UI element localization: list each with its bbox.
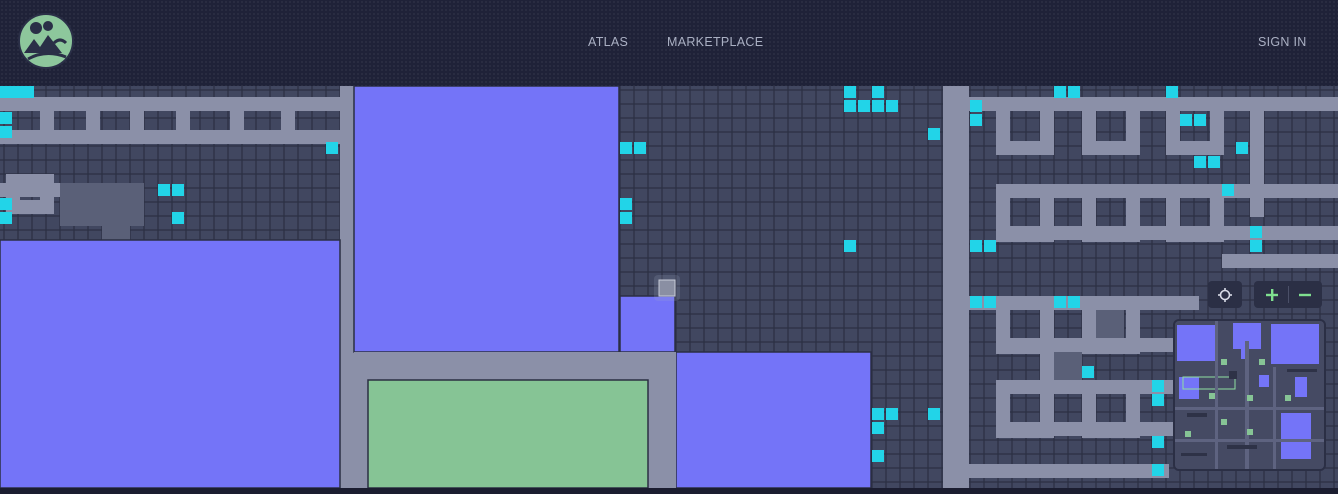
highlighted-parcel: [872, 450, 884, 462]
road: [176, 97, 190, 144]
nav-atlas-link[interactable]: ATLAS: [588, 35, 628, 49]
crosshair-icon[interactable]: [1209, 281, 1241, 308]
highlighted-parcel: [620, 142, 632, 154]
highlighted-parcel: [844, 240, 856, 252]
road: [1250, 97, 1264, 217]
highlighted-parcel: [620, 198, 632, 210]
road: [1082, 97, 1096, 155]
highlighted-parcel: [872, 86, 884, 98]
highlighted-parcel: [886, 100, 898, 112]
highlighted-parcel: [1152, 436, 1164, 448]
highlighted-parcel: [1166, 86, 1178, 98]
road: [1222, 254, 1338, 268]
highlighted-parcel: [1068, 86, 1080, 98]
highlighted-parcel: [620, 212, 632, 224]
highlighted-parcel: [984, 296, 996, 308]
estate-small: [619, 295, 676, 353]
road: [281, 97, 295, 144]
highlighted-parcel: [1152, 394, 1164, 406]
road: [969, 464, 1169, 478]
highlighted-parcel: [970, 296, 982, 308]
owned-parcel: [1096, 310, 1124, 338]
selected-parcel: [658, 279, 676, 297]
highlighted-parcel: [0, 112, 12, 124]
minimap[interactable]: [1173, 319, 1326, 471]
highlighted-parcel: [984, 240, 996, 252]
highlighted-parcel: [1054, 86, 1066, 98]
plus-icon[interactable]: [1256, 281, 1288, 308]
locate-control: [1208, 281, 1242, 308]
highlighted-parcel: [0, 198, 12, 210]
road: [1126, 97, 1140, 155]
road: [943, 86, 969, 488]
world-map-canvas[interactable]: [0, 86, 1338, 488]
highlighted-parcel: [1194, 114, 1206, 126]
highlighted-parcel: [844, 100, 856, 112]
bottom-strip: [0, 488, 1338, 494]
road: [86, 97, 100, 144]
highlighted-parcel: [1236, 142, 1248, 154]
sign-in-link[interactable]: SIGN IN: [1258, 35, 1307, 49]
highlighted-parcel: [1068, 296, 1080, 308]
highlighted-parcel: [172, 184, 184, 196]
owned-estate: [102, 216, 130, 240]
road: [230, 97, 244, 144]
highlighted-parcel: [10, 86, 22, 98]
plaza-green: [367, 379, 649, 488]
highlighted-parcel: [158, 184, 170, 196]
road: [354, 352, 676, 380]
highlighted-parcel: [1180, 114, 1192, 126]
road: [40, 97, 54, 144]
highlighted-parcel: [0, 126, 12, 138]
estate-large: [353, 86, 620, 353]
road: [354, 352, 368, 488]
top-navigation-bar: ATLAS MARKETPLACE SIGN IN: [0, 0, 1338, 86]
highlighted-parcel: [1194, 156, 1206, 168]
road: [40, 174, 54, 214]
highlighted-parcel: [1208, 156, 1220, 168]
road: [1250, 226, 1338, 240]
owned-parcel: [1054, 352, 1082, 380]
zoom-control: [1254, 281, 1322, 308]
road: [996, 97, 1010, 155]
highlighted-parcel: [886, 408, 898, 420]
highlighted-parcel: [22, 86, 34, 98]
highlighted-parcel: [872, 100, 884, 112]
highlighted-parcel: [1152, 380, 1164, 392]
highlighted-parcel: [1250, 240, 1262, 252]
road: [996, 422, 1176, 436]
road: [1210, 97, 1224, 155]
highlighted-parcel: [0, 212, 12, 224]
highlighted-parcel: [1152, 464, 1164, 476]
estate-large: [0, 239, 341, 488]
road: [648, 352, 676, 488]
highlighted-parcel: [634, 142, 646, 154]
highlighted-parcel: [970, 100, 982, 112]
highlighted-parcel: [970, 114, 982, 126]
highlighted-parcel: [1082, 366, 1094, 378]
road: [1040, 97, 1054, 155]
highlighted-parcel: [1054, 296, 1066, 308]
highlighted-parcel: [970, 240, 982, 252]
highlighted-parcel: [844, 86, 856, 98]
road: [1166, 97, 1180, 155]
highlighted-parcel: [858, 100, 870, 112]
highlighted-parcel: [872, 408, 884, 420]
globe-landscape-logo-icon[interactable]: [18, 13, 74, 69]
highlighted-parcel: [1222, 184, 1234, 196]
highlighted-parcel: [326, 142, 338, 154]
estate-medium: [675, 351, 872, 488]
highlighted-parcel: [1250, 226, 1262, 238]
nav-marketplace-link[interactable]: MARKETPLACE: [667, 35, 763, 49]
road: [996, 338, 1196, 352]
highlighted-parcel: [172, 212, 184, 224]
highlighted-parcel: [928, 408, 940, 420]
minimap-overview: [1175, 321, 1324, 469]
highlighted-parcel: [872, 422, 884, 434]
road: [340, 86, 354, 488]
minus-icon[interactable]: [1289, 281, 1321, 308]
road: [130, 97, 144, 144]
highlighted-parcel: [928, 128, 940, 140]
